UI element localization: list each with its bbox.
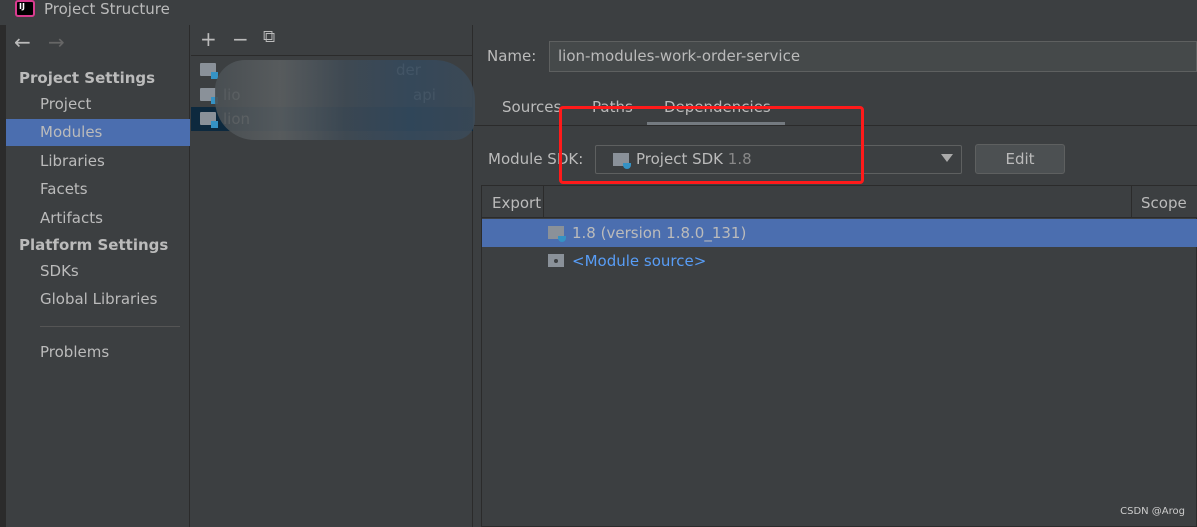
header-export[interactable]: Export — [492, 194, 541, 212]
section-project-settings: Project Settings — [19, 69, 156, 87]
watermark: CSDN @Arog — [1120, 506, 1185, 517]
forward-icon[interactable]: → — [48, 30, 65, 54]
annotation-highlight-box — [559, 106, 864, 184]
intellij-logo-icon: IJ — [15, 0, 35, 17]
add-icon[interactable]: + — [200, 27, 217, 51]
sidebar-item-artifacts[interactable]: Artifacts — [6, 205, 190, 232]
row-label: <Module source> — [572, 252, 707, 270]
sidebar: ← → Project Settings Project Modules Lib… — [6, 25, 190, 527]
copy-icon[interactable]: ⧉ — [263, 27, 275, 47]
name-label: Name: — [487, 47, 537, 65]
module-source-icon — [548, 254, 564, 267]
sidebar-item-modules[interactable]: Modules — [6, 119, 190, 146]
row-label: 1.8 (version 1.8.0_131) — [572, 224, 747, 242]
table-row[interactable]: <Module source> — [482, 247, 1197, 275]
module-folder-icon — [200, 63, 218, 79]
dependencies-table: Export Scope 1.8 (version 1.8.0_131) <Mo… — [481, 185, 1197, 527]
remove-icon[interactable]: − — [232, 27, 249, 51]
sidebar-item-libraries[interactable]: Libraries — [6, 148, 190, 175]
module-folder-icon — [200, 112, 218, 128]
column-divider — [1131, 186, 1132, 218]
name-input[interactable]: lion-modules-work-order-service — [549, 41, 1197, 72]
sidebar-item-project[interactable]: Project — [6, 91, 190, 118]
sidebar-item-problems[interactable]: Problems — [6, 339, 190, 366]
section-platform-settings: Platform Settings — [19, 236, 169, 254]
back-icon[interactable]: ← — [14, 30, 31, 54]
table-header: Export Scope — [482, 186, 1197, 218]
redaction-blur — [215, 60, 475, 140]
divider — [191, 55, 473, 56]
sidebar-item-facets[interactable]: Facets — [6, 176, 190, 203]
jdk-folder-icon — [548, 226, 566, 242]
chevron-down-icon — [941, 154, 953, 162]
sidebar-item-sdks[interactable]: SDKs — [6, 258, 190, 285]
sidebar-item-global-libraries[interactable]: Global Libraries — [6, 286, 190, 313]
divider — [40, 326, 180, 327]
tab-sources[interactable]: Sources — [502, 98, 561, 116]
edit-button[interactable]: Edit — [975, 144, 1065, 174]
column-divider — [543, 186, 544, 218]
table-row[interactable]: 1.8 (version 1.8.0_131) — [482, 219, 1197, 247]
module-folder-icon — [200, 88, 218, 104]
title-bar: IJ Project Structure — [0, 0, 1197, 25]
header-scope[interactable]: Scope — [1141, 194, 1187, 212]
window-title: Project Structure — [44, 0, 170, 18]
